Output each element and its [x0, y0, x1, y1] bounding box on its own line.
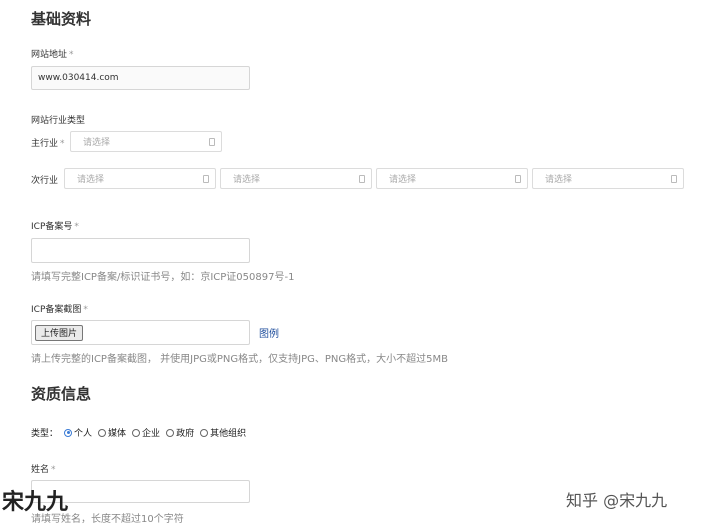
required-mark: *	[60, 139, 65, 149]
type-option-individual[interactable]: 个人	[64, 426, 92, 439]
radio-icon[interactable]	[166, 428, 175, 437]
radio-icon[interactable]	[200, 428, 209, 437]
type-option-media[interactable]: 媒体	[98, 426, 126, 439]
sub-industry-placeholder: 请选择	[389, 175, 417, 185]
sub-industry-select-1[interactable]: 请选择	[64, 168, 216, 189]
section-title-basic: 基础资料	[31, 10, 92, 28]
sub-industry-select-2[interactable]: 请选择	[220, 168, 372, 189]
main-industry-select[interactable]: 请选择	[70, 131, 222, 152]
required-mark: *	[83, 305, 88, 315]
industry-type-label: 网站行业类型	[31, 116, 86, 126]
dropdown-icon	[359, 174, 365, 183]
type-option-label: 媒体	[108, 429, 127, 439]
type-option-label: 政府	[176, 429, 195, 439]
required-mark: *	[69, 50, 74, 60]
example-link[interactable]: 图例	[259, 325, 279, 340]
sub-industry-select-3[interactable]: 请选择	[376, 168, 528, 189]
type-radio-group: 类型： 个人 媒体 企业 政府 其他组织	[31, 426, 252, 439]
sub-industry-placeholder: 请选择	[233, 175, 261, 185]
sub-industry-placeholder: 请选择	[545, 175, 573, 185]
website-input-value: www.030414.com	[38, 73, 119, 83]
type-option-label: 个人	[74, 429, 93, 439]
type-option-other[interactable]: 其他组织	[200, 426, 246, 439]
watermark-left: 宋九九	[2, 490, 69, 515]
website-label: 网站地址 *	[31, 47, 74, 60]
sub-industry-select-4[interactable]: 请选择	[532, 168, 684, 189]
main-industry-label: 主行业 *	[31, 136, 65, 149]
main-industry-label-text: 主行业	[31, 139, 59, 149]
radio-selected-icon[interactable]	[64, 428, 73, 437]
required-mark: *	[74, 222, 79, 232]
upload-image-button[interactable]: 上传图片	[35, 324, 83, 341]
radio-icon[interactable]	[98, 428, 107, 437]
icp-screenshot-label: ICP备案截图 *	[31, 302, 88, 315]
icp-label: ICP备案号 *	[31, 219, 79, 232]
type-option-enterprise[interactable]: 企业	[132, 426, 160, 439]
sub-industry-placeholder: 请选择	[77, 175, 105, 185]
dropdown-icon	[515, 174, 521, 183]
sub-industry-label: 次行业	[31, 176, 59, 186]
dropdown-icon	[203, 174, 209, 183]
dropdown-icon	[671, 174, 677, 183]
type-option-label: 其他组织	[210, 429, 247, 439]
name-label: 姓名 *	[31, 462, 56, 475]
icp-screenshot-hint: 请上传完整的ICP备案截图， 并使用JPG或PNG格式，仅支持JPG、PNG格式…	[31, 354, 448, 365]
name-label-text: 姓名	[31, 465, 50, 475]
icp-hint: 请填写完整ICP备案/标识证书号，如：京ICP证050897号-1	[31, 272, 295, 283]
type-label: 类型：	[31, 429, 59, 439]
required-mark: *	[51, 465, 56, 475]
icp-input[interactable]	[31, 238, 250, 263]
icp-screenshot-label-text: ICP备案截图	[31, 305, 82, 315]
type-option-government[interactable]: 政府	[166, 426, 194, 439]
website-input[interactable]: www.030414.com	[31, 66, 250, 90]
watermark-right: 知乎 @宋九九	[566, 491, 668, 510]
type-option-label: 企业	[142, 429, 161, 439]
icp-screenshot-file-field: 上传图片	[31, 320, 250, 345]
main-industry-placeholder: 请选择	[83, 138, 111, 148]
radio-icon[interactable]	[132, 428, 141, 437]
icp-label-text: ICP备案号	[31, 222, 73, 232]
dropdown-icon	[209, 137, 215, 146]
section-title-qualification: 资质信息	[31, 385, 92, 403]
website-label-text: 网站地址	[31, 50, 68, 60]
